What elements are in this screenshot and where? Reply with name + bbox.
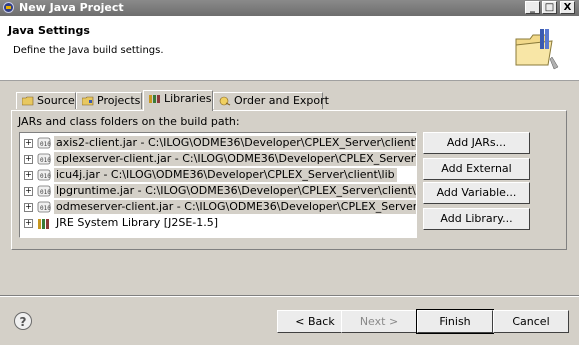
title-bar[interactable]: New Java Project _ □ X <box>0 0 579 16</box>
jar-icon: 010 <box>37 169 51 181</box>
libraries-icon <box>149 95 160 103</box>
jar-icon: 010 <box>37 153 51 165</box>
add-jars-button[interactable]: Add JARs... <box>423 132 530 154</box>
new-java-project-window: New Java Project _ □ X Java Settings Def… <box>0 0 579 345</box>
library-entry: icu4j.jar - C:\ILOG\ODME36\Developer\CPL… <box>54 168 397 182</box>
source-folder-icon <box>22 96 34 106</box>
expand-icon[interactable]: + <box>24 219 33 228</box>
svg-text:010: 010 <box>40 141 51 148</box>
page-description: Define the Java build settings. <box>13 45 164 56</box>
tab-order-export[interactable]: Order and Export <box>213 92 329 109</box>
library-entry: lpgruntime.jar - C:\ILOG\ODME36\Develope… <box>54 184 416 198</box>
window-title: New Java Project <box>19 1 124 14</box>
library-entry: odmeserver-client.jar - C:\ILOG\ODME36\D… <box>54 200 416 214</box>
finish-button[interactable]: Finish <box>416 309 494 334</box>
next-button[interactable]: Next > <box>341 310 417 333</box>
page-title: Java Settings <box>8 24 90 37</box>
add-external-jars-button[interactable]: Add External JARs... <box>423 158 530 195</box>
jar-icon: 010 <box>37 201 51 213</box>
tree-row[interactable]: + 010 cplexserver-client.jar - C:\ILOG\O… <box>20 151 416 167</box>
add-variable-button[interactable]: Add Variable... <box>423 182 530 204</box>
library-entry: axis2-client.jar - C:\ILOG\ODME36\Develo… <box>54 136 416 150</box>
cancel-button[interactable]: Cancel <box>493 310 569 333</box>
build-path-label: JARs and class folders on the build path… <box>18 115 240 128</box>
tab-order-export-label: Order and Export <box>234 94 329 107</box>
libraries-panel: JARs and class folders on the build path… <box>11 110 567 250</box>
library-entry: JRE System Library [J2SE-1.5] <box>56 216 219 229</box>
jar-icon: 010 <box>37 137 51 149</box>
tab-source[interactable]: Source <box>16 92 76 109</box>
svg-text:010: 010 <box>40 173 51 180</box>
expand-icon[interactable]: + <box>24 171 33 180</box>
close-button[interactable]: X <box>560 1 575 14</box>
tree-row[interactable]: + 010 axis2-client.jar - C:\ILOG\ODME36\… <box>20 135 416 151</box>
jre-library-icon <box>38 219 49 229</box>
expand-icon[interactable]: + <box>24 203 33 212</box>
tree-row[interactable]: + JRE System Library [J2SE-1.5] <box>20 215 416 231</box>
build-path-tree[interactable]: + 010 axis2-client.jar - C:\ILOG\ODME36\… <box>19 132 417 238</box>
tab-libraries-label: Libraries <box>164 92 212 105</box>
expand-icon[interactable]: + <box>24 155 33 164</box>
maximize-button[interactable]: □ <box>542 1 557 14</box>
jar-icon: 010 <box>37 185 51 197</box>
footer-divider <box>0 295 579 297</box>
svg-text:010: 010 <box>40 189 51 196</box>
help-icon[interactable]: ? <box>14 312 32 330</box>
svg-text:010: 010 <box>40 205 51 212</box>
add-library-button[interactable]: Add Library... <box>423 208 530 230</box>
projects-icon <box>82 96 94 106</box>
minimize-button[interactable]: _ <box>525 1 540 14</box>
tab-projects-label: Projects <box>97 94 141 107</box>
expand-icon[interactable]: + <box>24 139 33 148</box>
eclipse-icon <box>3 2 14 13</box>
tab-libraries[interactable]: Libraries <box>143 90 213 111</box>
tree-row[interactable]: + 010 odmeserver-client.jar - C:\ILOG\OD… <box>20 199 416 215</box>
svg-text:010: 010 <box>40 157 51 164</box>
order-export-icon <box>219 96 231 106</box>
tree-row[interactable]: + 010 icu4j.jar - C:\ILOG\ODME36\Develop… <box>20 167 416 183</box>
wizard-banner: Java Settings Define the Java build sett… <box>0 16 579 81</box>
java-project-folder-icon <box>515 29 559 70</box>
tab-source-label: Source <box>37 94 75 107</box>
expand-icon[interactable]: + <box>24 187 33 196</box>
library-entry: cplexserver-client.jar - C:\ILOG\ODME36\… <box>54 152 416 166</box>
tree-row[interactable]: + 010 lpgruntime.jar - C:\ILOG\ODME36\De… <box>20 183 416 199</box>
tab-projects[interactable]: Projects <box>76 92 142 109</box>
